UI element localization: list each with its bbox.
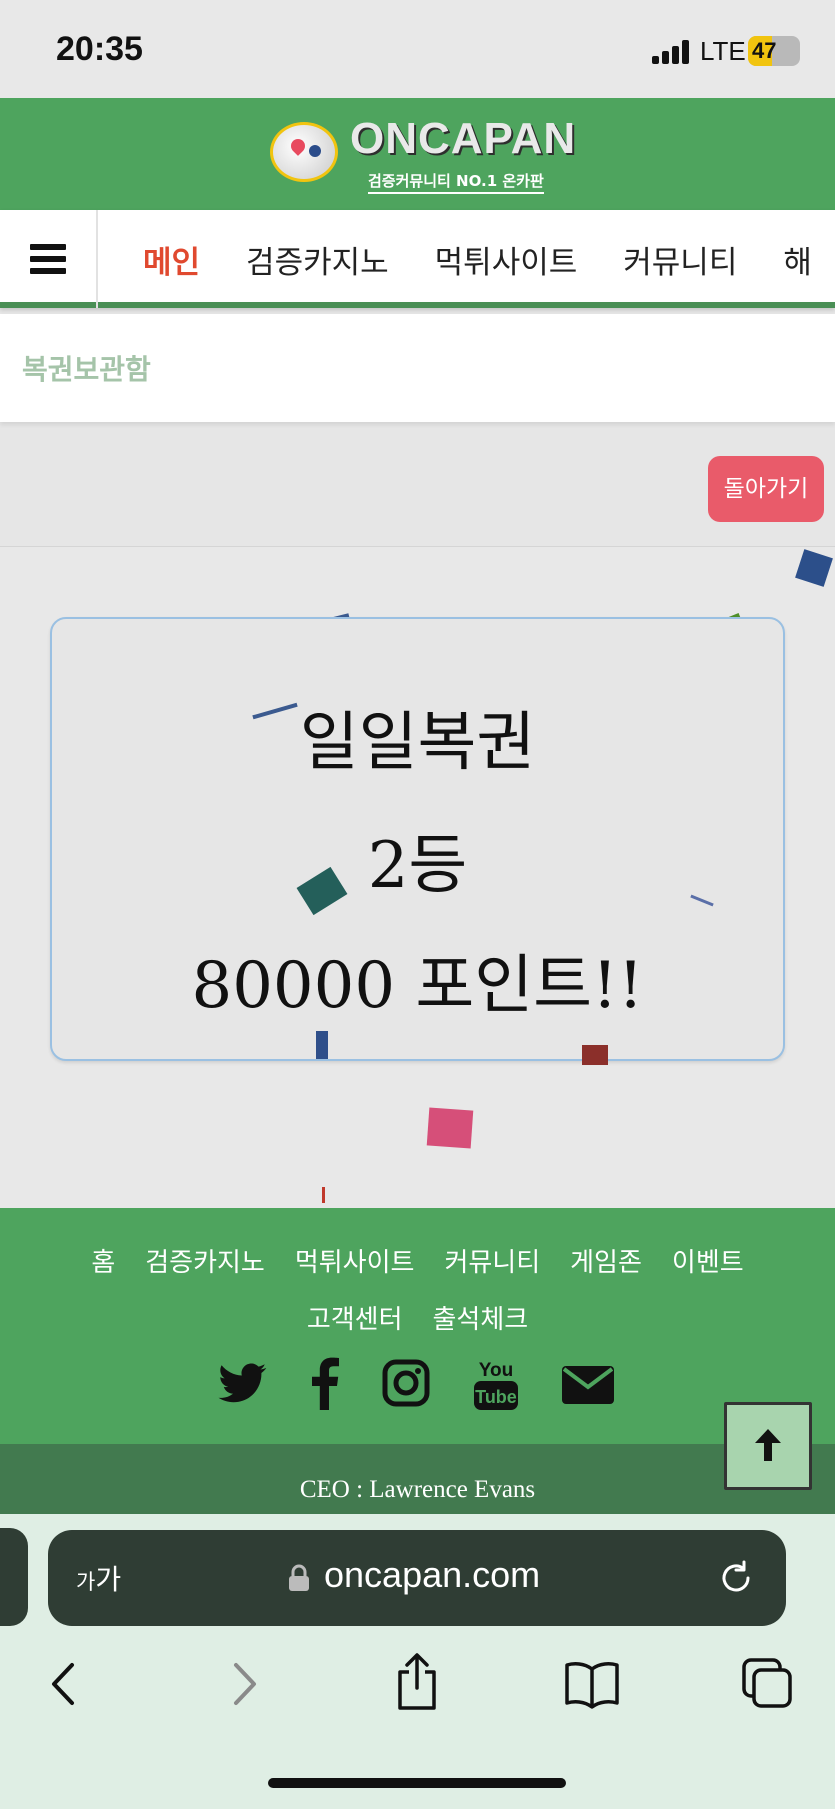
site-logo[interactable]: ONCAPAN 검증커뮤니티 NO.1 온카판 [268,112,575,198]
lock-icon [289,1564,309,1591]
footer-link-game-zone[interactable]: 게임존 [570,1236,642,1290]
footer-link-community[interactable]: 커뮤니티 [444,1236,540,1290]
instagram-icon[interactable] [382,1354,430,1414]
confetti-piece [426,1107,474,1149]
email-icon[interactable] [560,1354,616,1414]
nav-item-community[interactable]: 커뮤니티 [623,237,737,282]
lottery-prize: 80000 포인트!! [191,949,644,1023]
share-icon[interactable] [392,1652,442,1712]
hamburger-menu-icon[interactable] [0,210,98,308]
lottery-result-area: 일일복권 2등 80000 포인트!! [0,546,835,1208]
page-title: 복권보관함 [22,353,151,386]
browser-toolbar: 가가 oncapan.com [0,1514,835,1809]
footer-link-attendance[interactable]: 출석체크 [433,1293,529,1347]
footer-bottom: CEO : Lawrence Evans [0,1444,835,1514]
status-time: 20:35 [56,30,143,68]
bookmarks-icon[interactable] [564,1659,620,1709]
breadcrumb-bar: 복권보관함 [0,314,835,422]
footer-links: 홈 검증카지노 먹튀사이트 커뮤니티 게임존 이벤트 고객센터 출석체크 [0,1236,835,1350]
text-size-button[interactable]: 가가 [76,1558,121,1598]
confetti-piece [795,549,833,587]
svg-text:Tube: Tube [475,1387,517,1407]
ceo-info: CEO : Lawrence Evans [299,1476,536,1503]
lottery-result-card: 일일복권 2등 80000 포인트!! [50,617,785,1061]
battery-percent: 47 [752,38,777,63]
network-label: LTE [700,36,746,66]
footer-link-event[interactable]: 이벤트 [672,1236,744,1290]
home-indicator [268,1778,566,1788]
footer-link-verified-casino[interactable]: 검증카지노 [145,1236,265,1290]
main-nav: 메인 검증카지노 먹튀사이트 커뮤니티 해 [0,210,835,308]
arrow-up-icon [755,1429,781,1461]
site-footer: 홈 검증카지노 먹튀사이트 커뮤니티 게임존 이벤트 고객센터 출석체크 You Tube [0,1208,835,1444]
nav-item-scam-sites[interactable]: 먹튀사이트 [435,237,578,282]
confetti-piece [316,1031,328,1059]
footer-link-scam-sites[interactable]: 먹튀사이트 [295,1236,415,1290]
confetti-piece [582,1045,608,1065]
back-icon[interactable] [42,1659,86,1709]
site-header: ONCAPAN 검증커뮤니티 NO.1 온카판 [0,98,835,210]
forward-icon[interactable] [222,1659,266,1709]
scroll-top-button[interactable] [724,1402,812,1490]
footer-link-customer-center[interactable]: 고객센터 [307,1293,403,1347]
footer-link-home[interactable]: 홈 [91,1236,115,1290]
nav-item-main[interactable]: 메인 [143,237,200,282]
status-bar: 20:35 LTE 47 [0,0,835,98]
lottery-rank: 2등 [367,829,468,903]
nav-item-verified-casino[interactable]: 검증카지노 [246,237,389,282]
previous-tab-preview[interactable] [0,1528,28,1626]
confetti-piece [322,1187,325,1203]
logo-subtitle: 검증커뮤니티 NO.1 온카판 [368,170,544,194]
signal-icon [652,40,694,64]
youtube-icon[interactable]: You Tube [472,1354,520,1414]
lottery-title: 일일복권 [299,706,536,780]
logo-emblem-icon [270,122,338,182]
address-bar[interactable]: 가가 oncapan.com [48,1530,786,1626]
svg-text:You: You [479,1360,513,1381]
logo-text: ONCAPAN [350,114,577,163]
social-links: You Tube [218,1354,618,1416]
reload-icon[interactable] [716,1558,756,1598]
nav-item-partial[interactable]: 해 [783,237,812,282]
tabs-icon[interactable] [740,1656,796,1712]
facebook-icon[interactable] [310,1354,340,1414]
back-button[interactable]: 돌아가기 [708,456,824,522]
url-text: oncapan.com [324,1554,541,1595]
battery-icon: 47 [748,36,800,66]
twitter-icon[interactable] [218,1354,268,1414]
nav-items: 메인 검증카지노 먹튀사이트 커뮤니티 해 [98,210,835,308]
